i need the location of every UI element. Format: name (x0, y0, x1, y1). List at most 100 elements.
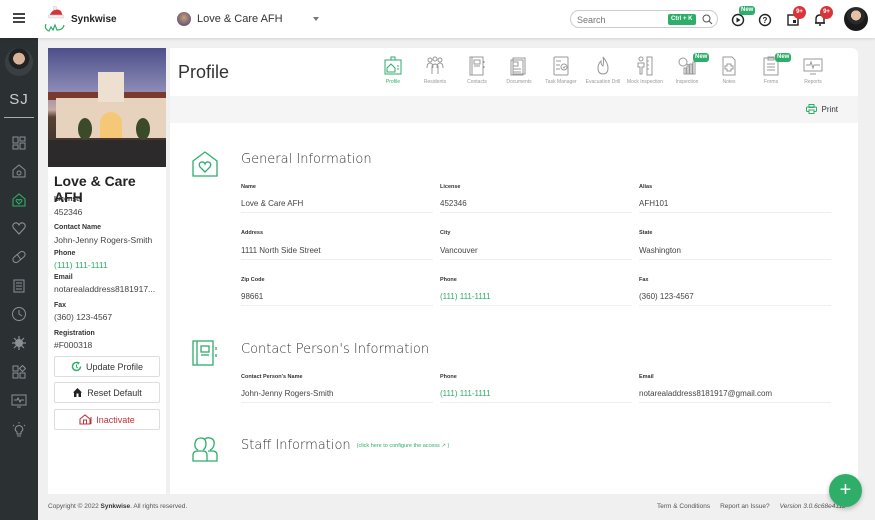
pill-icon[interactable] (11, 249, 27, 265)
tab-inspection[interactable]: Inspection New (667, 56, 707, 85)
tab-documents[interactable]: Documents (499, 56, 539, 85)
license-value: 452346 (54, 207, 162, 217)
calendar-count-badge: 9+ (793, 6, 806, 19)
contact-person-name-value: John-Jenny Rogers-Smith (241, 389, 433, 403)
contact-name-label: Contact Name (54, 224, 101, 231)
search-shortcut-badge: Ctrl + K (668, 14, 696, 25)
add-fab-button[interactable]: + (829, 474, 862, 507)
tab-label: Evacuation Drill (583, 79, 623, 85)
heart-icon[interactable] (11, 220, 27, 236)
contact-phone-link[interactable]: (111) 111-1111 (440, 389, 632, 403)
field-label: State (639, 230, 652, 236)
apps-icon[interactable] (11, 364, 27, 380)
phone-link[interactable]: (111) 111-1111 (440, 292, 632, 306)
tab-label: Notes (709, 79, 749, 85)
tab-evacuation-drill[interactable]: Evacuation Drill (583, 56, 623, 85)
tab-profile[interactable]: Profile (373, 56, 413, 85)
field-label: Phone (440, 277, 457, 283)
home-avatar (177, 12, 191, 26)
home-inactive-icon (79, 414, 92, 425)
home-settings-icon[interactable] (11, 163, 27, 179)
update-profile-label: Update Profile (86, 362, 143, 372)
email-label: Email (54, 274, 73, 281)
alias-value: AFH101 (639, 199, 831, 213)
svg-text:?: ? (763, 16, 768, 25)
contact-name-value: John-Jenny Rogers-Smith (54, 235, 162, 245)
tab-label: Documents (499, 79, 539, 85)
search-icon[interactable] (702, 14, 713, 25)
checklist-icon[interactable] (11, 278, 27, 294)
sidebar-avatar[interactable] (5, 48, 33, 76)
refresh-icon (71, 361, 82, 372)
menu-icon[interactable] (13, 13, 25, 23)
new-badge: New (693, 53, 709, 62)
footer: Copyright © 2022 Synkwise. All rights re… (38, 498, 875, 520)
tab-label: Forms (751, 79, 791, 85)
search-box: Ctrl + K (570, 10, 718, 28)
flame-icon (593, 56, 613, 76)
registration-value: #F000318 (54, 340, 162, 350)
field-label: Zip Code (241, 277, 265, 283)
home-selector[interactable]: Love & Care AFH (197, 13, 283, 25)
contact-email-value: notarealaddress8181917@gmail.com (639, 389, 831, 403)
staff-group-icon (192, 436, 218, 462)
copyright-brand: Synkwise (101, 503, 131, 510)
city-value: Vancouver (440, 246, 632, 260)
tab-label: Inspection (667, 79, 707, 85)
reset-default-label: Reset Default (87, 388, 142, 398)
tab-forms[interactable]: Forms New (751, 56, 791, 85)
inactivate-button[interactable]: Inactivate (54, 409, 160, 430)
license-label: License (54, 196, 80, 203)
tab-mock-inspection[interactable]: Mock Inspection (625, 56, 665, 85)
phone-link[interactable]: (111) 111-1111 (54, 260, 162, 270)
reset-default-button[interactable]: Reset Default (54, 382, 160, 403)
brand-name: Synkwise (71, 14, 117, 25)
zip-code-value: 98661 (241, 292, 433, 306)
report-issue-link[interactable]: Report an Issue? (720, 503, 770, 510)
home-heart-section-icon (192, 151, 218, 177)
tab-contacts[interactable]: Contacts (457, 56, 497, 85)
field-label: Address (241, 230, 263, 236)
email-value: notarealaddress8181917... (54, 284, 162, 294)
dashboard-icon[interactable] (11, 135, 27, 151)
copyright: Copyright © 2022 Synkwise. All rights re… (48, 503, 187, 510)
printer-icon (806, 104, 817, 114)
new-badge: New (775, 53, 791, 62)
user-avatar[interactable] (844, 7, 868, 31)
tab-residents[interactable]: Residents (415, 56, 455, 85)
print-button[interactable]: Print (806, 104, 838, 114)
field-label: City (440, 230, 450, 236)
virus-icon[interactable] (11, 335, 27, 351)
fax-value: (360) 123-4567 (54, 312, 162, 322)
address-value: 1111 North Side Street (241, 246, 433, 260)
contacts-tab-icon (467, 56, 487, 76)
tab-task-manager[interactable]: Task Manager (541, 56, 581, 85)
lightbulb-icon[interactable] (11, 422, 27, 438)
registration-label: Registration (54, 330, 95, 337)
search-input[interactable] (577, 13, 667, 26)
license-value: 452346 (440, 199, 632, 213)
documents-tab-icon (509, 56, 529, 76)
monitor-pulse-icon[interactable] (11, 393, 27, 409)
inactivate-label: Inactivate (96, 415, 135, 425)
tab-notes[interactable]: Notes (709, 56, 749, 85)
home-profile-card: Love & Care AFH License 452346 Contact N… (48, 48, 166, 494)
help-icon[interactable]: ? (757, 11, 773, 27)
home-heart-icon[interactable] (11, 192, 27, 208)
state-value: Washington (639, 246, 831, 260)
configure-access-link[interactable]: (click here to configure the access ↗ ) (357, 443, 450, 449)
terms-link[interactable]: Term & Conditions (657, 503, 710, 510)
toolbar: Print (170, 96, 858, 123)
tab-reports[interactable]: Reports (793, 56, 833, 85)
profile-panel: Profile Profile Residents Contacts Docum… (170, 48, 858, 494)
top-bar: Synkwise Love & Care AFH Ctrl + K New ? … (0, 0, 875, 38)
footer-links: Term & Conditions Report an Issue? Versi… (657, 503, 846, 510)
reports-tab-icon (803, 56, 823, 76)
sidebar-divider (4, 117, 34, 118)
print-label: Print (822, 105, 838, 114)
clock-icon[interactable] (11, 306, 27, 322)
update-profile-button[interactable]: Update Profile (54, 356, 160, 377)
field-label: Fax (639, 277, 648, 283)
field-label: Email (639, 374, 654, 380)
chevron-down-icon[interactable] (313, 17, 319, 21)
